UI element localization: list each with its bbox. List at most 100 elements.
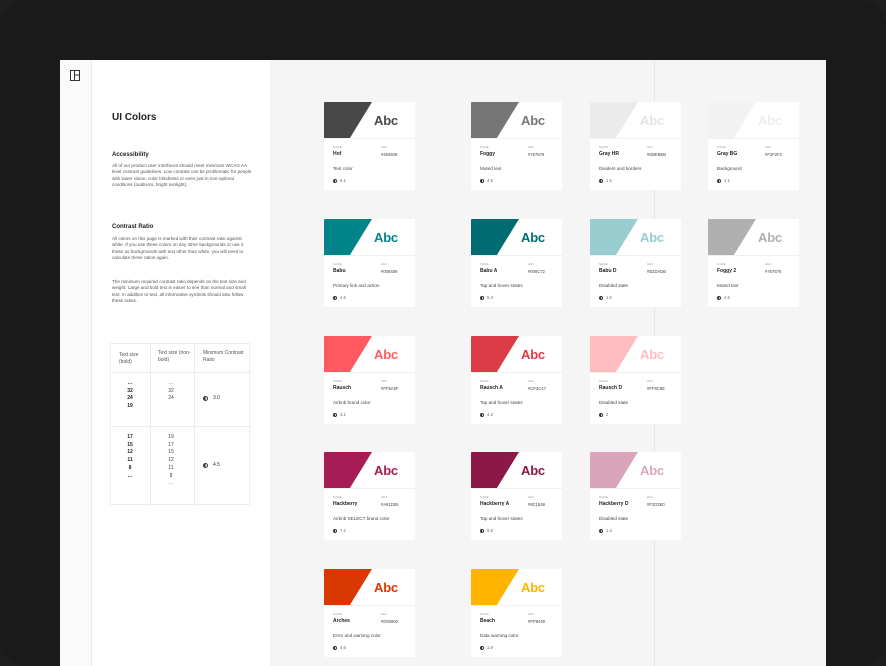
swatch-area: Abc <box>590 336 681 372</box>
contrast-ratio: 1.5 <box>599 295 612 300</box>
color-name: Arches <box>333 618 350 624</box>
card-divider <box>471 138 562 139</box>
color-card[interactable]: Abc NAME HEX Hackberry #A61D55 Airbnb SE… <box>324 452 415 540</box>
contrast-ratio: 6.8 <box>480 528 493 533</box>
hex-label: HEX <box>647 379 654 383</box>
color-description: Dividers and borders <box>599 166 642 171</box>
ratio-value: 1.8 <box>487 645 493 650</box>
color-hex: #006C72 <box>528 269 545 274</box>
color-description: Disabled state <box>599 400 629 405</box>
contrast-ratio: 4.6 <box>333 295 346 300</box>
contrast-icon <box>599 295 603 300</box>
color-hex: #EBEBEB <box>647 152 667 157</box>
color-description: Background <box>717 166 742 171</box>
color-card[interactable]: Abc NAME HEX Gray HR #EBEBEB Dividers an… <box>590 102 681 190</box>
color-card[interactable]: Abc NAME HEX Foggy #767676 Muted text 4.… <box>471 102 562 190</box>
color-card[interactable]: Abc NAME HEX Beach #FFB400 Data warning … <box>471 569 562 657</box>
size-value: 17 <box>127 434 133 440</box>
color-name: Beach <box>480 618 496 624</box>
color-card[interactable]: Abc NAME HEX Rausch A #CF3C47 Tap and ho… <box>471 336 562 424</box>
contrast-icon <box>599 178 603 183</box>
hex-label: HEX <box>528 145 535 149</box>
sample-text: Abc <box>521 580 545 595</box>
hex-label: HEX <box>528 495 535 499</box>
swatch-area: Abc <box>471 452 562 488</box>
size-value: 19 <box>168 434 174 440</box>
contrast-icon <box>203 462 208 468</box>
color-hex: #A61D55 <box>381 502 399 507</box>
contrast-icon <box>333 178 337 183</box>
swatch-area: Abc <box>590 452 681 488</box>
name-label: NAME <box>599 262 608 266</box>
layout-icon[interactable] <box>70 70 80 81</box>
hex-label: HEX <box>528 379 535 383</box>
color-swatch <box>471 102 519 138</box>
color-card[interactable]: Abc NAME HEX Rausch #FF5A5F Airbnb brand… <box>324 336 415 424</box>
sample-text: Abc <box>640 463 664 478</box>
color-hex: #484848 <box>381 152 398 157</box>
row1-ratio: 3.0 <box>203 395 220 401</box>
color-hex: #008489 <box>381 269 398 274</box>
contrast-icon <box>717 295 721 300</box>
ratio-value: 9.1 <box>340 178 346 183</box>
table-divider <box>111 372 251 373</box>
card-divider <box>324 488 415 489</box>
ratio-value: 1.1 <box>724 178 730 183</box>
color-card[interactable]: Abc NAME HEX Babu #008489 Primary link a… <box>324 219 415 307</box>
hex-label: HEX <box>647 495 654 499</box>
size-value: 8 <box>169 472 173 479</box>
table-divider <box>150 344 151 506</box>
color-description: Disabled state <box>599 516 629 521</box>
card-divider <box>471 605 562 606</box>
name-label: NAME <box>480 145 489 149</box>
contrast-ratio: 4.5 <box>717 295 730 300</box>
sample-text: Abc <box>640 113 664 128</box>
size-value: 17 <box>168 441 174 448</box>
color-description: Disabled state <box>599 283 629 288</box>
row2-bold-sizes: 17 15 12 11 8 ... <box>115 434 145 480</box>
color-description: Tap and hover states <box>480 400 523 405</box>
color-card[interactable]: Abc NAME HEX Hof #484848 Text color 9.1 <box>324 102 415 190</box>
left-rail <box>60 60 92 666</box>
hex-label: HEX <box>647 145 654 149</box>
color-name: Rausch <box>333 385 352 391</box>
color-swatch <box>324 219 372 255</box>
hex-label: HEX <box>381 379 388 383</box>
color-swatch <box>471 336 519 372</box>
sample-text: Abc <box>521 347 545 362</box>
color-name: Hackberry D <box>599 501 629 507</box>
swatch-area: Abc <box>324 569 415 605</box>
color-card[interactable]: Abc NAME HEX Foggy 2 #767676 Muted text … <box>708 219 799 307</box>
sample-text: Abc <box>758 230 782 245</box>
color-card[interactable]: Abc NAME HEX Gray BG #F2F2F2 Background … <box>708 102 799 190</box>
size-value: 11 <box>168 464 174 471</box>
ratio-value: 2 <box>606 412 609 417</box>
name-label: NAME <box>599 495 608 499</box>
color-swatch <box>590 219 638 255</box>
contrast-icon <box>717 178 721 183</box>
contrast-ratio: 7.2 <box>333 528 346 533</box>
color-card[interactable]: Abc NAME HEX Babu A #006C72 Tap and hove… <box>471 219 562 307</box>
hex-label: HEX <box>765 262 772 266</box>
contrast-ratio: 2 <box>599 412 608 417</box>
contrast-ratio: 3.1 <box>333 412 346 417</box>
color-card[interactable]: Abc NAME HEX Hackberry D #F2D3E0 Disable… <box>590 452 681 540</box>
table-header-bold: Text size (bold) <box>119 352 139 365</box>
sample-text: Abc <box>374 230 398 245</box>
color-description: Text color <box>333 166 353 171</box>
color-card[interactable]: Abc NAME HEX Hackberry A #8C1848 Tap and… <box>471 452 562 540</box>
color-card[interactable]: Abc NAME HEX Arches #D93900 Error and wa… <box>324 569 415 657</box>
ratio-value: 1.5 <box>606 178 612 183</box>
size-value: 12 <box>168 457 174 464</box>
color-card[interactable]: Abc NAME HEX Rausch D #FF9C9E Disabled s… <box>590 336 681 424</box>
name-label: NAME <box>599 145 608 149</box>
card-divider <box>471 488 562 489</box>
sample-text: Abc <box>374 463 398 478</box>
name-label: NAME <box>480 262 489 266</box>
size-value: ... <box>168 380 174 386</box>
color-card[interactable]: Abc NAME HEX Babu D #B2DADB Disabled sta… <box>590 219 681 307</box>
sample-text: Abc <box>758 113 782 128</box>
card-divider <box>324 372 415 373</box>
card-divider <box>324 605 415 606</box>
contrast-body-2: The minimum required contrast ratio depe… <box>112 279 246 303</box>
